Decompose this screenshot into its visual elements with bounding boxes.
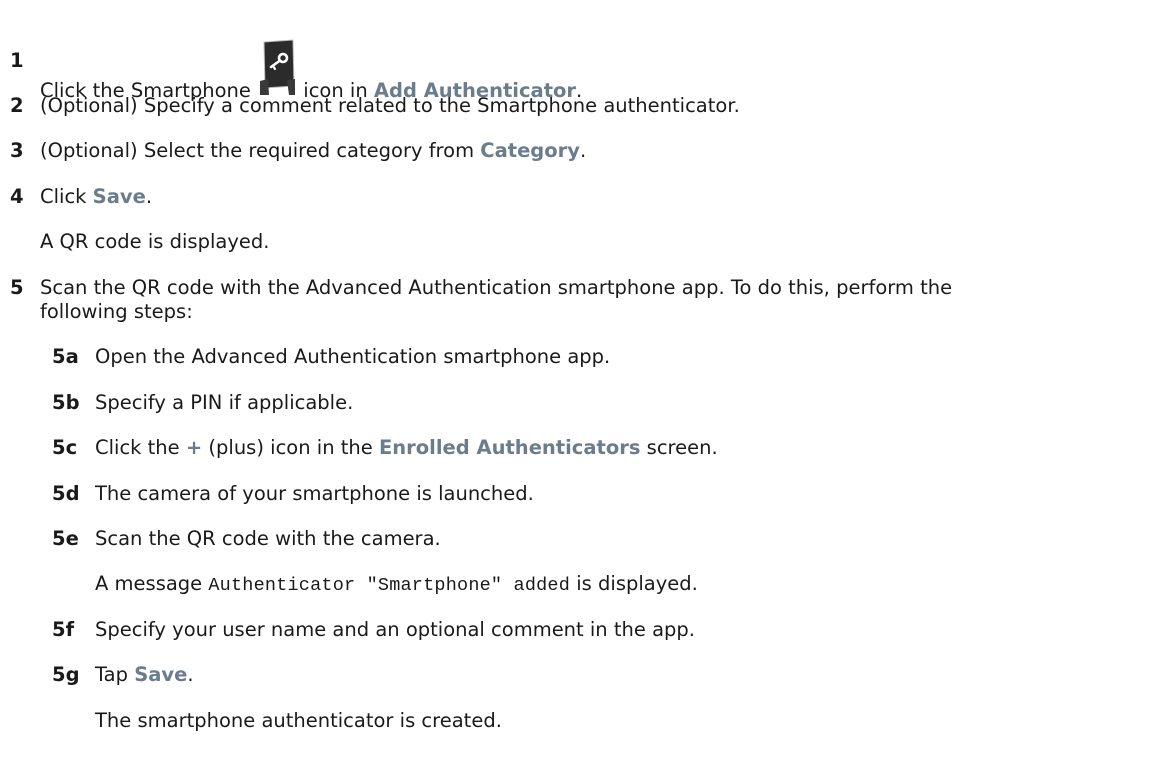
substep-5g-result: The smartphone authenticator is created.: [95, 709, 502, 732]
smartphone-key-icon: [259, 39, 296, 95]
substep-5c-text: Click the + (plus) icon in the Enrolled …: [95, 436, 718, 460]
step-text: (plus) icon in the: [202, 436, 379, 459]
step-number: 2: [10, 94, 24, 117]
step-text: (Optional) Select the required category …: [40, 139, 481, 162]
substep-5f-text: Specify your user name and an optional c…: [95, 618, 695, 641]
ui-label-plus: +: [185, 436, 203, 459]
substep-number: 5e: [52, 527, 79, 550]
step-text: .: [187, 663, 194, 686]
step-text: Click: [40, 185, 93, 208]
step-5-text-line2: following steps:: [40, 300, 193, 323]
ui-label-enrolled-authenticators: Enrolled Authenticators: [378, 436, 641, 459]
substep-5a-text: Open the Advanced Authentication smartph…: [95, 345, 611, 368]
code-message: Authenticator "Smartphone" added: [208, 575, 571, 596]
step-5-text-line1: Scan the QR code with the Advanced Authe…: [40, 276, 953, 299]
ui-label-save: Save: [134, 663, 188, 686]
step-3-text: (Optional) Select the required category …: [40, 139, 586, 163]
step-text: .: [579, 139, 587, 162]
step-4-text: Click Save.: [40, 185, 152, 209]
substep-5d-text: The camera of your smartphone is launche…: [95, 482, 534, 505]
step-text: A message: [95, 572, 209, 595]
substep-number: 5g: [52, 663, 80, 686]
substep-number: 5f: [52, 618, 75, 641]
step-number: 4: [10, 185, 24, 208]
ui-label-category: Category: [480, 139, 580, 162]
step-4-result: A QR code is displayed.: [40, 230, 270, 253]
ui-label-save: Save: [92, 185, 146, 208]
substep-5e-text: Scan the QR code with the camera.: [95, 527, 441, 550]
substep-number: 5a: [52, 345, 79, 368]
step-text: .: [145, 185, 153, 208]
step-number: 5: [10, 276, 24, 299]
substep-5b-text: Specify a PIN if applicable.: [95, 391, 354, 414]
step-text: Click the: [95, 436, 186, 459]
step-number: 1: [10, 49, 24, 72]
substep-number: 5c: [52, 436, 78, 459]
step-text: is displayed.: [570, 572, 698, 595]
substep-5e-result: A message Authenticator "Smartphone" add…: [95, 572, 698, 598]
step-2-text: (Optional) Specify a comment related to …: [40, 94, 740, 117]
step-number: 3: [10, 139, 24, 162]
substep-number: 5d: [52, 482, 80, 505]
substep-5g-text: Tap Save.: [95, 663, 194, 687]
substep-number: 5b: [52, 391, 80, 414]
step-text: Tap: [95, 663, 135, 686]
step-text: screen.: [640, 436, 718, 459]
